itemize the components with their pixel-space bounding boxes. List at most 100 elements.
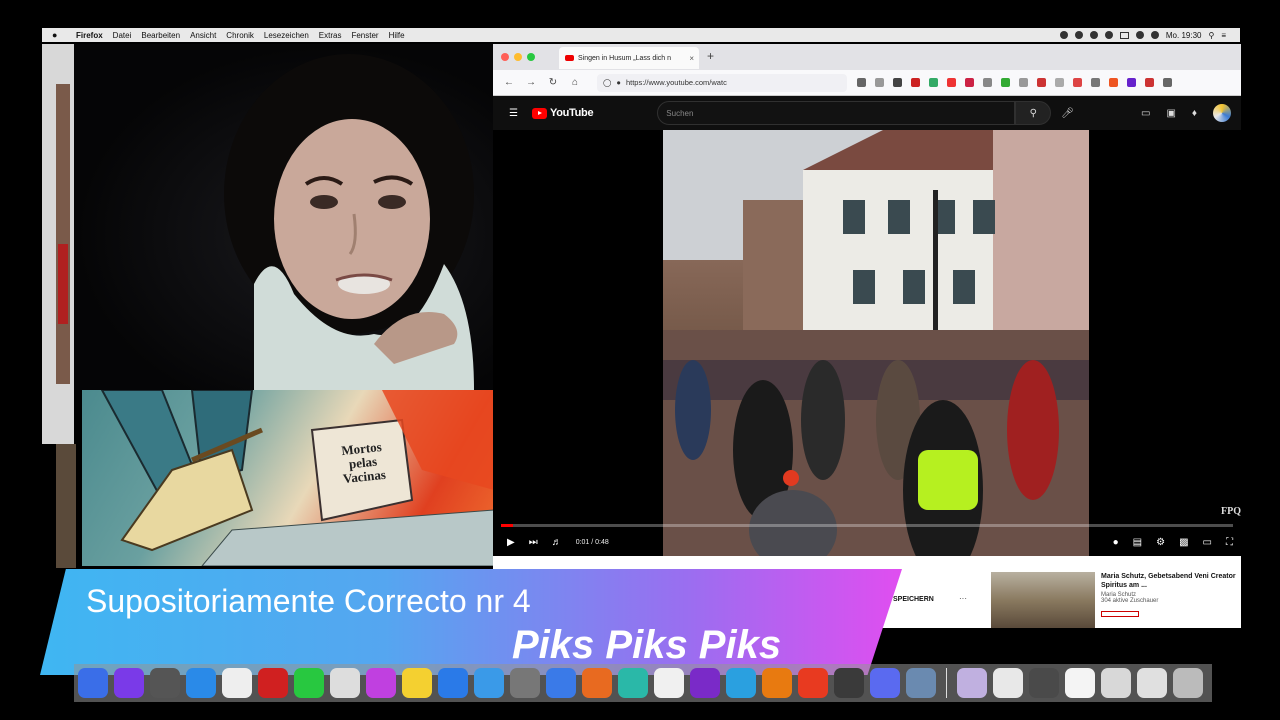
dock-app-icon[interactable] [906,668,936,698]
dock-window-thumbnail[interactable] [1137,668,1167,698]
autoplay-toggle[interactable]: ● [1113,537,1119,548]
tab-active[interactable]: Singen in Husum „Lass dich n × [559,47,699,69]
dock-app-icon[interactable] [222,668,252,698]
dock-app-icon[interactable] [438,668,468,698]
dock-app-icon[interactable] [654,668,684,698]
dock-app-icon[interactable] [366,668,396,698]
dock-app-icon[interactable] [546,668,576,698]
extension-icon[interactable] [893,78,902,87]
next-icon[interactable]: ⏭︎ [529,537,538,548]
new-tab-button[interactable]: + [707,49,714,63]
subtitles-icon[interactable]: ▤ [1133,537,1142,548]
dock-window-thumbnail[interactable] [993,668,1023,698]
extension-icon[interactable] [1019,78,1028,87]
dock-app-icon[interactable] [402,668,432,698]
menu-item-lesezeichen[interactable]: Lesezeichen [264,31,309,40]
dock-app-icon[interactable] [690,668,720,698]
save-button[interactable]: SPEICHERN [893,596,934,603]
dock-app-icon[interactable] [186,668,216,698]
menu-item-ansicht[interactable]: Ansicht [190,31,216,40]
dock-app-icon[interactable] [474,668,504,698]
dock-app-icon[interactable] [150,668,180,698]
menu-item-extras[interactable]: Extras [319,31,342,40]
notifications-bell-icon[interactable]: ♦ [1192,108,1197,119]
dock-app-icon[interactable] [294,668,324,698]
extension-icon[interactable] [1145,78,1154,87]
extension-icon[interactable] [1163,78,1172,87]
extension-icon[interactable] [947,78,956,87]
fullscreen-icon[interactable]: ⛶ [1226,537,1233,548]
lock-icon[interactable]: ● [616,78,621,87]
forward-icon[interactable]: → [525,77,537,88]
extension-icon[interactable] [875,78,884,87]
extension-icon[interactable] [1037,78,1046,87]
dock-app-icon[interactable] [510,668,540,698]
search-input[interactable]: Suchen [657,101,1016,125]
close-tab-icon[interactable]: × [689,54,694,63]
dock-app-icon[interactable] [330,668,360,698]
extension-icon[interactable] [983,78,992,87]
video-frame[interactable] [663,130,1089,556]
wifi-icon[interactable] [1135,31,1144,39]
volume-icon[interactable]: ♬ [552,537,562,548]
dock-app-icon[interactable] [870,668,900,698]
extension-icon[interactable] [911,78,920,87]
dock-app-icon[interactable] [582,668,612,698]
cast-icon[interactable]: ▭ [1141,108,1150,119]
extension-icon[interactable] [1109,78,1118,87]
menu-item-bearbeiten[interactable]: Bearbeiten [141,31,180,40]
dock-window-thumbnail[interactable] [957,668,987,698]
minimize-window-button[interactable] [514,53,522,61]
dock-app-icon[interactable] [78,668,108,698]
volume-icon[interactable] [1150,31,1159,39]
create-icon[interactable]: ▣ [1166,108,1175,119]
extension-icon[interactable] [1055,78,1064,87]
url-bar[interactable]: ◯ ● https://www.youtube.com/watc [597,73,847,92]
spotlight-icon[interactable]: ⚲ [1208,31,1214,40]
extension-icon[interactable] [1073,78,1082,87]
extension-icon[interactable] [857,78,866,87]
status-icon[interactable] [1104,31,1113,39]
url-text[interactable]: https://www.youtube.com/watc [626,78,727,87]
reload-icon[interactable]: ↻ [547,77,559,88]
dock-app-icon[interactable] [762,668,792,698]
menu-item-datei[interactable]: Datei [113,31,132,40]
clock[interactable]: Mo. 19:30 [1166,31,1202,40]
close-window-button[interactable] [501,53,509,61]
hamburger-menu-icon[interactable]: ☰ [509,108,518,119]
microphone-icon[interactable]: 🎤︎ [1061,108,1074,119]
youtube-logo[interactable]: YouTube [531,107,594,119]
theater-mode-icon[interactable]: ▭ [1203,537,1212,548]
control-center-icon[interactable]: ≡ [1221,31,1226,40]
play-icon[interactable]: ▶ [507,537,515,548]
recommended-video-title[interactable]: Maria Schutz, Gebetsabend Veni Creator S… [1101,572,1239,590]
trash-icon[interactable] [1173,668,1203,698]
settings-gear-icon[interactable]: ⚙ [1156,537,1165,548]
menu-item-hilfe[interactable]: Hilfe [389,31,405,40]
dock-app-icon[interactable] [618,668,648,698]
miniplayer-icon[interactable]: ▩ [1179,537,1188,548]
home-icon[interactable]: ⌂ [569,77,581,88]
display-icon[interactable] [1119,31,1129,39]
dock-window-thumbnail[interactable] [1029,668,1059,698]
extension-icon[interactable] [965,78,974,87]
apple-icon[interactable]: ● [52,30,64,40]
search-button[interactable]: ⚲ [1015,101,1052,125]
dock-window-thumbnail[interactable] [1065,668,1095,698]
back-icon[interactable]: ← [503,77,515,88]
zoom-window-button[interactable] [527,53,535,61]
video-player[interactable]: FPQ ▶ ⏭︎ ♬ 0:01 / 0:48 ● ▤ ⚙ ▩ ▭ ⛶ [493,130,1241,556]
avatar[interactable] [1213,104,1231,122]
recommended-video-info[interactable]: Maria Schutz, Gebetsabend Veni Creator S… [1101,572,1239,622]
dock-app-icon[interactable] [726,668,756,698]
extension-icon[interactable] [1091,78,1100,87]
dock-app-icon[interactable] [114,668,144,698]
dock-app-icon[interactable] [798,668,828,698]
recommended-video-thumbnail[interactable] [991,572,1095,628]
shield-icon[interactable]: ◯ [603,78,611,87]
dock-app-icon[interactable] [258,668,288,698]
extension-icon[interactable] [1001,78,1010,87]
status-icon[interactable] [1074,31,1083,39]
more-actions-button[interactable]: ··· [959,594,967,603]
dock-window-thumbnail[interactable] [1101,668,1131,698]
